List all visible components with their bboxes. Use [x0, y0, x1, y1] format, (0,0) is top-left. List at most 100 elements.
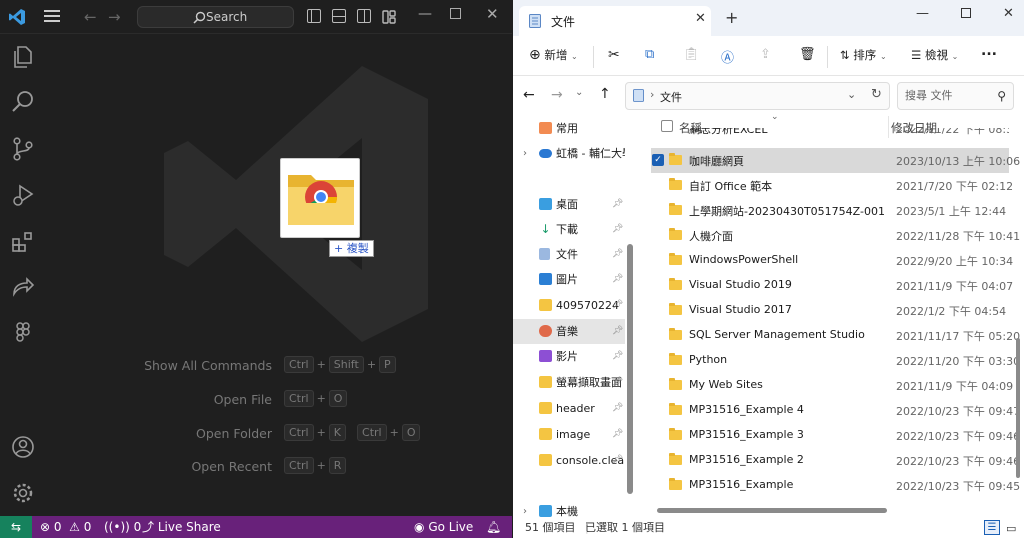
table-row[interactable]: Visual Studio 2019 2021/11/9 下午 04:07 — [651, 273, 1013, 298]
new-button[interactable]: ⊕ 新增 ⌄ — [529, 47, 578, 63]
search-input[interactable]: 搜尋 文件 ⚲ — [897, 82, 1014, 110]
table-row[interactable]: MP31516_Example 4 2022/10/23 下午 09:47 — [651, 398, 1020, 423]
folder-icon — [539, 402, 552, 414]
remote-indicator-icon[interactable]: ⇆ — [0, 516, 32, 538]
refresh-icon[interactable]: ↻ — [871, 87, 882, 102]
share-icon[interactable]: ⇪ — [760, 47, 771, 62]
nav-item-music[interactable]: 音樂 📌︎ — [513, 319, 625, 344]
run-debug-icon[interactable] — [10, 182, 36, 208]
cut-icon[interactable]: ✂ — [608, 47, 620, 63]
nav-scrollbar[interactable] — [627, 244, 633, 494]
menu-icon[interactable] — [44, 10, 60, 23]
breadcrumb-documents[interactable]: 文件 — [660, 89, 682, 105]
nav-item-image[interactable]: image 📌︎ — [513, 422, 625, 447]
forward-arrow-icon[interactable]: → — [551, 87, 563, 103]
minimize-icon[interactable]: — — [418, 6, 432, 22]
figma-icon[interactable] — [10, 320, 36, 346]
notifications-bell-icon[interactable]: 🔔︎ — [486, 516, 501, 538]
go-live-label: Go Live — [428, 520, 474, 534]
nav-item-desktop[interactable]: 桌面 📌︎ — [513, 192, 625, 217]
command-open-file[interactable]: Open File — [46, 390, 272, 408]
sort-button[interactable]: ⇅ 排序 ⌄ — [840, 47, 887, 63]
close-icon[interactable]: ✕ — [1003, 6, 1014, 21]
view-button[interactable]: ☰ 檢視 ⌄ — [911, 47, 958, 63]
back-arrow-icon[interactable]: ← — [523, 87, 535, 103]
customize-layout-icon[interactable] — [382, 9, 396, 24]
details-view-icon[interactable]: ☰ — [984, 520, 1000, 535]
table-row[interactable]: ✓ 咖啡廳網頁 2023/10/13 上午 10:06 — [651, 148, 1020, 173]
nav-item-home[interactable]: 常用 — [513, 116, 625, 141]
file-list-horizontal-scrollbar[interactable] — [657, 508, 887, 513]
accounts-icon[interactable] — [10, 434, 36, 460]
search-icon — [193, 11, 206, 24]
settings-gear-icon[interactable] — [10, 480, 36, 506]
live-share-icon[interactable] — [10, 274, 36, 300]
delete-icon[interactable]: 🗑︎ — [799, 47, 816, 62]
command-open-recent[interactable]: Open Recent — [46, 457, 272, 475]
tab-documents[interactable]: 文件 ✕ — [519, 6, 711, 36]
table-row[interactable]: Visual Studio 2017 2022/1/2 下午 04:54 — [651, 298, 1009, 323]
tiles-view-icon[interactable]: ▭ — [1006, 519, 1016, 538]
file-list-vertical-scrollbar[interactable] — [1016, 338, 1020, 478]
copy-icon[interactable]: ⧉ — [645, 47, 654, 62]
address-dropdown-icon[interactable]: ⌄ — [847, 88, 856, 101]
table-row[interactable]: WindowsPowerShell 2022/9/20 上午 10:34 — [651, 248, 1013, 273]
table-row[interactable]: 上學期網站-20230430T051754Z-001 2023/5/1 上午 1… — [651, 198, 1009, 223]
search-icon[interactable] — [10, 89, 36, 115]
file-list: ⌄ 名稱 修改日期 網忠分析EXCEL 2022/11/22 下午 08:34 … — [645, 116, 1024, 518]
forward-arrow-icon[interactable]: → — [108, 8, 121, 26]
nav-item-videos[interactable]: 影片 📌︎ — [513, 344, 625, 369]
minimize-icon[interactable]: — — [916, 6, 929, 21]
recent-locations-chevron-icon[interactable]: ⌄ — [575, 87, 583, 98]
address-bar[interactable]: › 文件 ⌄ ↻ — [625, 82, 890, 110]
more-options-button[interactable]: ... — [981, 43, 997, 59]
table-row[interactable]: MP31516_Example 2022/10/23 下午 09:45 — [651, 473, 1020, 498]
back-arrow-icon[interactable]: ← — [84, 8, 97, 26]
table-row[interactable]: My Web Sites 2021/11/9 下午 04:09 — [651, 373, 1013, 398]
new-tab-icon[interactable]: + — [725, 8, 738, 27]
toggle-panel-icon[interactable] — [332, 9, 346, 23]
vscode-logo-icon — [8, 8, 26, 26]
paste-icon[interactable]: 📋︎ — [683, 47, 700, 62]
command-show-all[interactable]: Show All Commands — [46, 356, 272, 374]
nav-item-downloads[interactable]: ↓ 下載 📌︎ — [513, 217, 625, 242]
nav-item-screenshots[interactable]: 螢幕擷取畫面 📌︎ — [513, 370, 625, 395]
nav-item-console-clear[interactable]: console.clea 📌︎ — [513, 448, 625, 473]
table-row[interactable]: 自訂 Office 範本 2021/7/20 下午 02:12 — [651, 173, 1013, 198]
rename-icon[interactable]: Ⓐ — [721, 47, 734, 66]
toggle-secondary-sidebar-icon[interactable] — [357, 9, 371, 23]
toggle-primary-sidebar-icon[interactable] — [307, 9, 321, 23]
table-row[interactable]: MP31516_Example 2 2022/10/23 下午 09:46 — [651, 448, 1020, 473]
live-share-status[interactable]: ⤴ Live Share — [142, 516, 221, 538]
table-row[interactable]: Python 2022/11/20 下午 03:30 — [651, 348, 1020, 373]
maximize-icon[interactable] — [450, 8, 461, 19]
nav-item-onedrive[interactable]: › 虹橋 - 輔仁大學 — [513, 141, 625, 166]
maximize-icon[interactable] — [961, 8, 971, 18]
command-open-folder[interactable]: Open Folder — [46, 424, 272, 442]
expand-chevron-icon[interactable]: › — [523, 141, 527, 166]
nav-item-documents[interactable]: 文件 📌︎ — [513, 242, 625, 267]
command-label: Open Recent — [191, 458, 272, 474]
go-live-status[interactable]: ◉ Go Live — [414, 516, 473, 538]
command-center-search[interactable]: Search — [137, 6, 294, 28]
table-row[interactable]: 人機介面 2022/11/28 下午 10:41 — [651, 223, 1020, 248]
close-icon[interactable]: ✕ — [486, 5, 499, 23]
shortcut-open-recent: Ctrl + R — [284, 457, 349, 474]
nav-item-409570224[interactable]: 409570224 📌︎ — [513, 293, 625, 318]
row-checkbox[interactable]: ✓ — [652, 154, 664, 166]
up-arrow-icon[interactable]: ↑ — [599, 86, 611, 102]
command-label: Show All Commands — [144, 357, 272, 373]
table-row[interactable]: SQL Server Management Studio 2021/11/17 … — [651, 323, 1020, 348]
file-date: 2021/7/20 下午 02:12 — [896, 180, 1014, 193]
problems-status[interactable]: ⊗ 0 ⚠ 0 — [40, 516, 91, 538]
extensions-icon[interactable] — [10, 229, 36, 255]
table-row[interactable]: MP31516_Example 3 2022/10/23 下午 09:46 — [651, 423, 1020, 448]
nav-item-header[interactable]: header 📌︎ — [513, 396, 625, 421]
pin-icon: 📌︎ — [612, 199, 624, 209]
nav-item-pictures[interactable]: 圖片 📌︎ — [513, 267, 625, 292]
explorer-icon[interactable] — [10, 44, 36, 70]
ports-status[interactable]: ((•)) 0 — [104, 516, 141, 538]
table-row[interactable]: 網忠分析EXCEL 2022/11/22 下午 08:34 — [651, 128, 1009, 140]
close-tab-icon[interactable]: ✕ — [695, 11, 706, 26]
source-control-icon[interactable] — [10, 136, 36, 162]
